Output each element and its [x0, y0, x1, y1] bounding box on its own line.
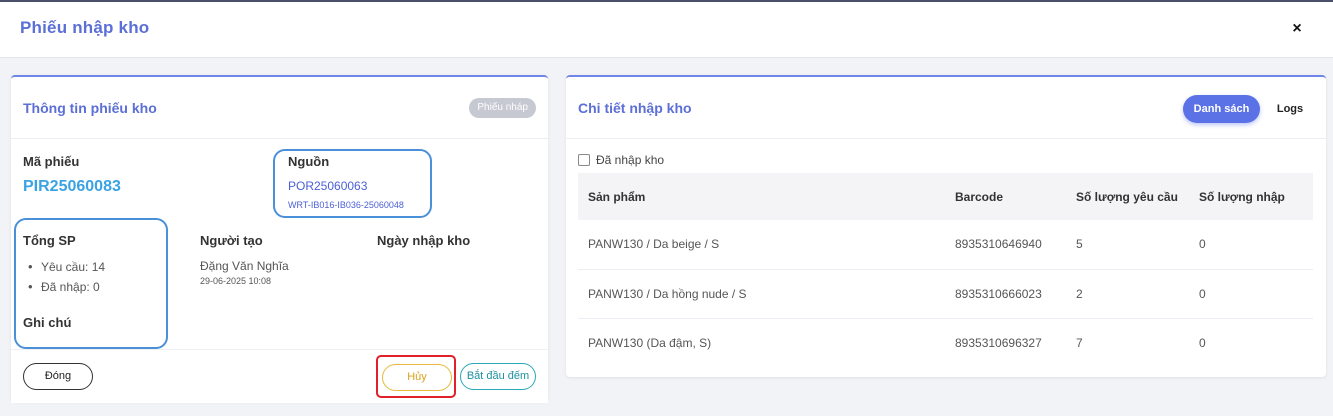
product-cell: PANW130 (Da đậm, S) — [588, 335, 712, 350]
received-qty-cell: 0 — [1189, 269, 1313, 319]
requested-qty-cell: 2 — [1066, 269, 1189, 319]
close-icon[interactable]: × — [1288, 19, 1306, 39]
requested-qty-cell: 5 — [1066, 220, 1189, 270]
detail-card-title: Chi tiết nhập kho — [578, 100, 692, 116]
cancel-button[interactable]: Hủy — [382, 364, 452, 391]
creator-label: Người tạo — [200, 233, 263, 248]
info-card: Thông tin phiếu kho Phiếu nháp Mã phiếu … — [11, 75, 548, 403]
note-label: Ghi chú — [23, 315, 72, 330]
total-label: Tổng SP — [23, 233, 76, 248]
barcode-cell: 8935310696327 — [955, 335, 1042, 350]
table-row: PANW130 / Da hồng nude / S 8935310666023… — [578, 269, 1313, 319]
received-count: Đã nhập: 0 — [28, 279, 100, 294]
info-card-title: Thông tin phiếu kho — [23, 100, 157, 116]
tab-logs[interactable]: Logs — [1268, 95, 1312, 123]
tab-list[interactable]: Danh sách — [1183, 95, 1260, 123]
source-code-link[interactable]: POR25060063 — [288, 179, 367, 193]
source-label: Nguồn — [288, 154, 330, 169]
created-at: 29-06-2025 10:08 — [200, 276, 272, 286]
column-header: Số lượng yêu cầu — [1066, 173, 1189, 220]
received-qty-cell: 0 — [1189, 220, 1313, 270]
product-cell: PANW130 / Da beige / S — [578, 220, 945, 270]
column-header: Barcode — [945, 173, 1066, 220]
table-row: PANW130 / Da beige / S 8935310646940 5 0 — [578, 220, 1313, 270]
code-label: Mã phiếu — [23, 154, 80, 169]
table-header-row: Sản phẩm Barcode Số lượng yêu cầu Số lượ… — [578, 173, 1313, 220]
requested-count: Yêu cầu: 14 — [28, 259, 105, 274]
creator-name: Đặng Văn Nghĩa — [200, 259, 289, 273]
detail-card-header: Chi tiết nhập kho Danh sách Logs — [566, 77, 1326, 139]
modal-title: Phiếu nhập kho — [20, 18, 150, 37]
info-card-header: Thông tin phiếu kho Phiếu nháp — [11, 77, 548, 139]
close-button[interactable]: Đóng — [23, 363, 93, 390]
code-value: PIR25060083 — [23, 178, 121, 195]
column-header: Số lượng nhập — [1189, 173, 1313, 220]
received-filter-checkbox[interactable] — [578, 154, 590, 166]
received-filter-label: Đã nhập kho — [596, 153, 665, 167]
requested-qty-cell: 7 — [1076, 335, 1083, 350]
detail-card: Chi tiết nhập kho Danh sách Logs Đã nhập… — [566, 75, 1326, 377]
table-row: PANW130 (Da đậm, S) 8935310696327 7 0 — [578, 318, 1313, 367]
barcode-cell: 8935310666023 — [945, 269, 1066, 319]
status-badge: Phiếu nháp — [469, 98, 536, 118]
start-count-button[interactable]: Bắt đầu đếm — [460, 363, 536, 390]
date-label: Ngày nhập kho — [377, 233, 471, 248]
modal-header: Phiếu nhập kho × — [0, 2, 1333, 58]
product-cell: PANW130 / Da hồng nude / S — [578, 269, 945, 319]
column-header: Sản phẩm — [578, 173, 945, 220]
detail-table: Sản phẩm Barcode Số lượng yêu cầu Số lượ… — [578, 173, 1313, 367]
barcode-cell: 8935310646940 — [945, 220, 1066, 270]
received-qty-cell: 0 — [1199, 335, 1206, 350]
source-ref-link[interactable]: WRT-IB016-IB036-25060048 — [288, 200, 404, 210]
